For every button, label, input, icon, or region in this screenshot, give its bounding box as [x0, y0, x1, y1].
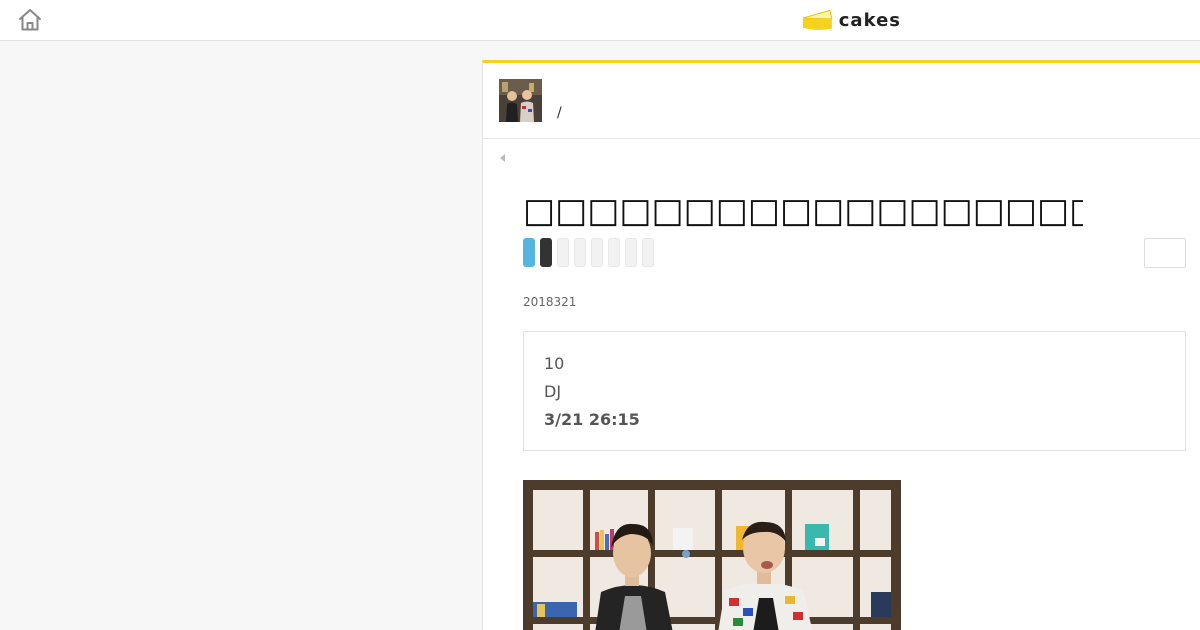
publish-date: 2018321 [523, 295, 577, 309]
home-icon [19, 9, 41, 31]
share-button[interactable] [557, 238, 569, 267]
breadcrumb-separator: / [557, 105, 562, 121]
share-button[interactable] [625, 238, 637, 267]
share-buttons [523, 238, 659, 268]
article-photo [523, 480, 901, 630]
cakes-logo[interactable]: cakes [801, 7, 901, 33]
info-line-datetime: 3/21 26:15 [544, 410, 640, 429]
cake-icon [802, 9, 833, 30]
article-panel: / □□□□□□□□□□□□□□□□□□□□□□□□□□□□□□□□□□□□□□… [482, 60, 1200, 630]
share-button-dark[interactable] [540, 238, 552, 267]
home-button[interactable] [17, 8, 43, 32]
info-line: 10 [544, 354, 565, 373]
article-title: □□□□□□□□□□□□□□□□□□□□□□□□□□□□□□□□□□□□□□ [523, 191, 1083, 231]
share-button[interactable] [574, 238, 586, 267]
share-button[interactable] [608, 238, 620, 267]
follow-button[interactable] [1144, 238, 1186, 268]
share-button[interactable] [591, 238, 603, 267]
info-line: DJ [544, 382, 562, 401]
top-bar: cakes [0, 0, 1200, 41]
series-thumbnail-photo [499, 79, 542, 122]
series-thumbnail[interactable] [499, 79, 542, 122]
logo-text: cakes [838, 9, 901, 31]
article-photo-image [523, 480, 901, 630]
series-header: / [483, 63, 1200, 139]
article-info-box: 10 DJ 3/21 26:15 [523, 331, 1186, 451]
back-arrow-icon[interactable] [498, 153, 506, 163]
share-button-twitter[interactable] [523, 238, 535, 267]
share-button[interactable] [642, 238, 654, 267]
